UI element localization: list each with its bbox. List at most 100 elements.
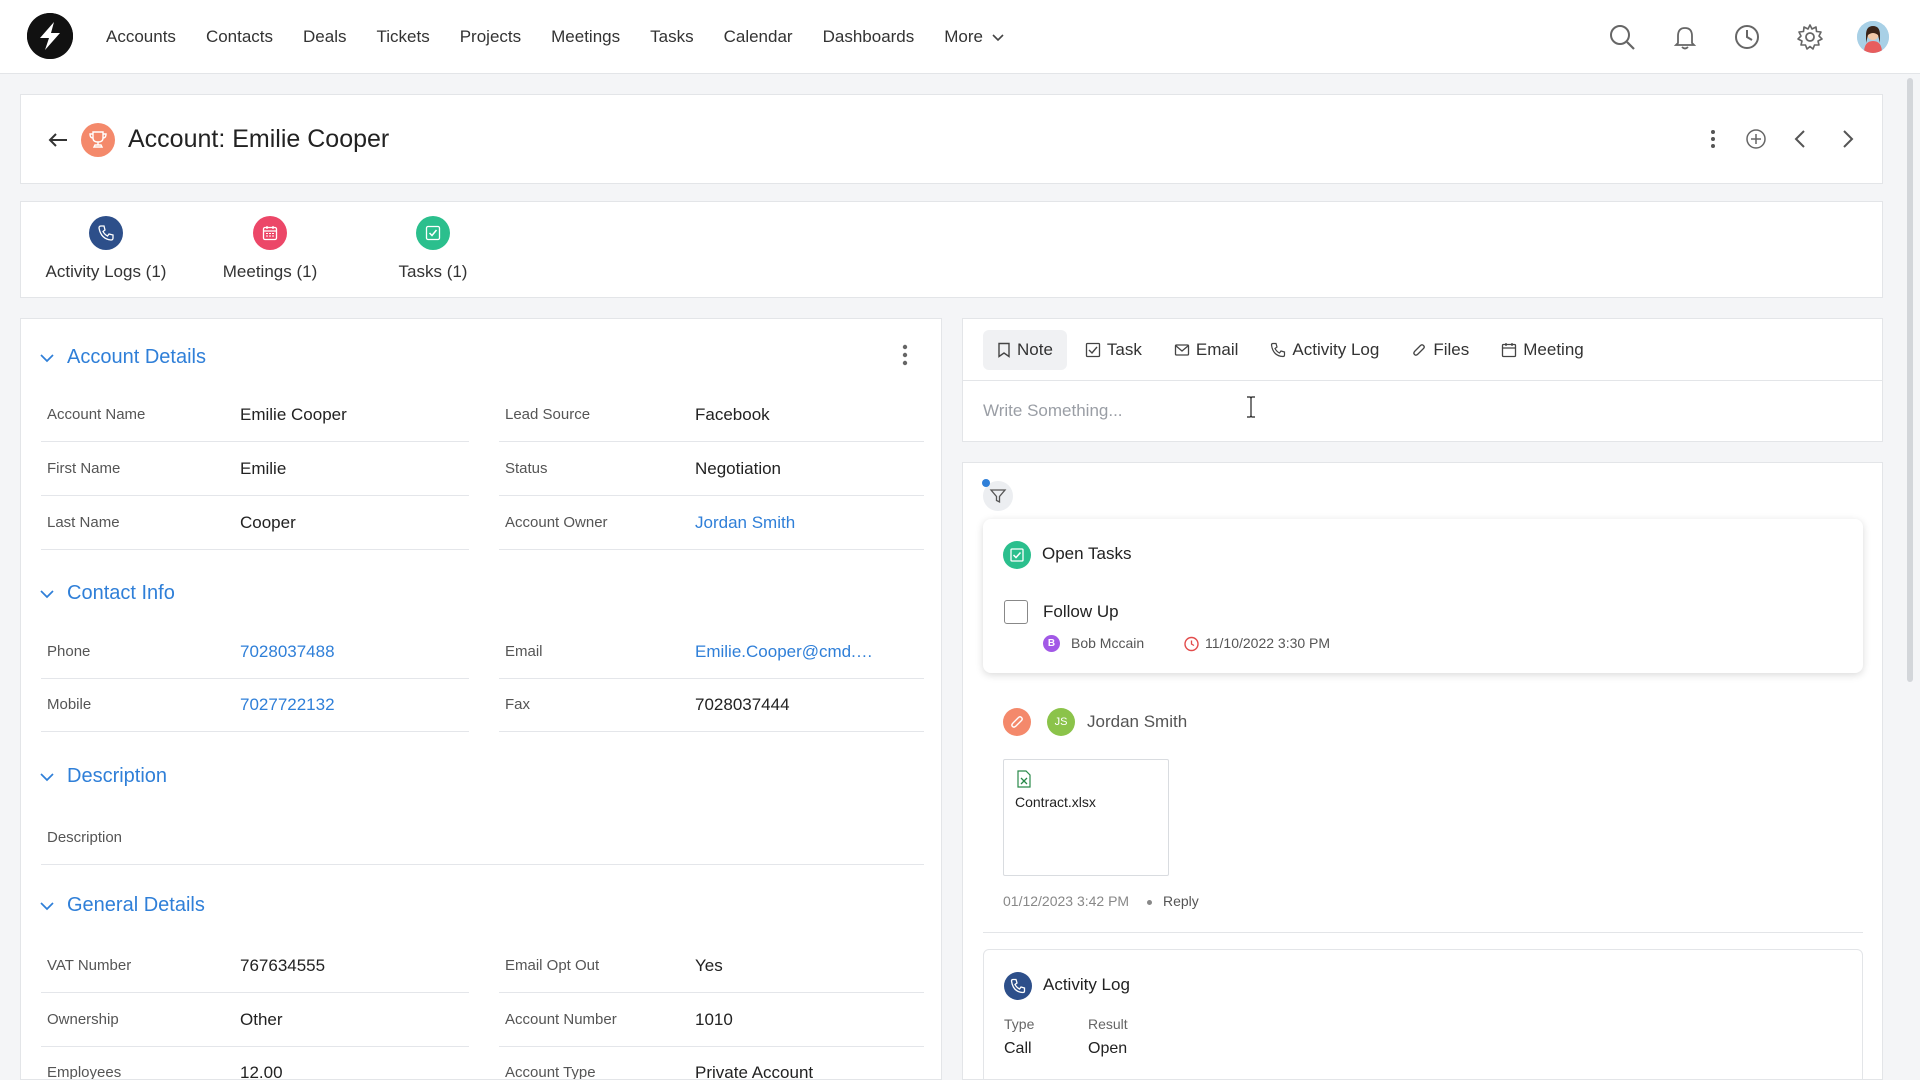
nav-deals[interactable]: Deals [303,27,346,47]
section-contact-info[interactable]: Contact Info [39,582,175,605]
tab-tasks[interactable]: Tasks (1) [388,216,478,282]
field-label: Fax [505,696,531,713]
tab-note[interactable]: Note [983,330,1067,370]
attachment-card[interactable]: Contract.xlsx [1003,759,1169,876]
activity-composer: Note Task Email Activity Log Files Meeti… [962,318,1883,442]
next-record-button[interactable] [1832,124,1862,154]
tab-activity-log-label: Activity Log [1292,340,1380,359]
tab-files[interactable]: Files [1397,330,1483,370]
section-general-details[interactable]: General Details [39,894,205,917]
tab-task[interactable]: Task [1071,330,1156,370]
task-complete-checkbox[interactable] [1004,600,1028,624]
field-value: Private Account [695,1063,814,1080]
app-logo[interactable] [27,13,73,59]
field-account-name: Account Name Emilie Cooper [41,388,469,442]
previous-record-button[interactable] [1786,124,1816,154]
tab-email[interactable]: Email [1160,330,1253,370]
author-avatar: JS [1047,708,1075,736]
phone-icon [1004,972,1032,1000]
field-fax: Fax 7028037444 [499,678,924,732]
excel-file-icon [1017,770,1031,788]
assignee-name: Bob Mccain [1071,635,1145,651]
field-label: Last Name [47,514,120,531]
section-kebab-icon[interactable] [900,343,910,367]
field-ownership: Ownership Other [41,993,469,1047]
open-tasks-title: Open Tasks [1042,544,1132,563]
open-tasks-card: Open Tasks Follow Up B Bob Mccain 11/10/… [983,519,1863,673]
plus-circle-icon [1746,129,1766,149]
nav-more[interactable]: More [944,27,1005,47]
nav-dashboards[interactable]: Dashboards [823,27,915,47]
chevron-down-icon [40,589,54,598]
chevron-down-icon [40,353,54,362]
section-description[interactable]: Description [39,765,167,788]
details-panel: Account Details Account Name Emilie Coop… [20,318,942,1080]
activity-log-title: Activity Log [1043,975,1130,994]
nav-accounts[interactable]: Accounts [106,27,176,47]
record-header: Account: Emilie Cooper [20,94,1883,184]
nav-contacts[interactable]: Contacts [206,27,273,47]
field-description: Description [41,811,924,865]
user-avatar[interactable] [1857,21,1889,53]
clock-icon[interactable] [1732,22,1762,52]
bell-icon[interactable] [1670,22,1700,52]
note-input[interactable] [983,393,1853,429]
filter-icon [989,489,1007,504]
nav-tickets[interactable]: Tickets [377,27,430,47]
email-link[interactable]: Emilie.Cooper@cmd.… [695,625,873,679]
paperclip-icon [1003,708,1031,736]
more-options-button[interactable] [1698,124,1728,154]
tab-meeting[interactable]: Meeting [1487,330,1597,370]
text-cursor-icon [1247,396,1255,418]
search-icon[interactable] [1607,22,1637,52]
logo-icon [27,13,73,59]
tab-activity-logs[interactable]: Activity Logs (1) [41,216,171,282]
field-last-name: Last Name Cooper [41,496,469,550]
phone-link[interactable]: 7028037488 [240,625,335,679]
nav-calendar[interactable]: Calendar [724,27,793,47]
task-name[interactable]: Follow Up [1043,602,1119,622]
mobile-link[interactable]: 7027722132 [240,678,335,732]
field-label: Lead Source [505,406,591,423]
field-label: Mobile [47,696,92,713]
field-value: Emilie [240,459,287,478]
field-account-number: Account Number 1010 [499,993,924,1047]
tab-meetings[interactable]: Meetings (1) [215,216,325,282]
tab-meetings-label: Meetings (1) [222,262,318,281]
trophy-icon [81,123,115,157]
checkbox-icon [1003,541,1031,569]
assignee-avatar: B [1043,635,1060,652]
bookmark-icon [998,342,1010,358]
field-account-type: Account Type Private Account [499,1046,924,1080]
field-label: Email Opt Out [505,957,600,974]
envelope-icon [1174,344,1190,356]
nav-projects[interactable]: Projects [460,27,521,47]
chevron-down-icon [40,901,54,910]
gear-icon[interactable] [1795,22,1825,52]
field-label: Email [505,643,543,660]
reply-link[interactable]: Reply [1163,893,1199,909]
field-value: 1010 [695,1010,733,1029]
post-author[interactable]: Jordan Smith [1087,712,1187,732]
back-arrow-icon[interactable] [43,125,73,155]
field-label: Account Number [505,1011,617,1028]
nav-tasks[interactable]: Tasks [650,27,693,47]
field-label: Status [505,460,548,477]
section-title: Description [67,765,168,787]
nav-meetings[interactable]: Meetings [551,27,620,47]
tab-tasks-label: Tasks (1) [398,262,468,281]
activity-type-label: Type [1004,1016,1035,1032]
field-email: Email Emilie.Cooper@cmd.… [499,625,924,679]
tab-note-label: Note [1017,340,1053,359]
account-owner-link[interactable]: Jordan Smith [695,496,795,550]
add-button[interactable] [1741,124,1771,154]
section-account-details[interactable]: Account Details [39,346,206,369]
page-title: Account: Emilie Cooper [128,125,390,153]
field-label: VAT Number [47,957,132,974]
tab-activity-log[interactable]: Activity Log [1256,330,1393,370]
field-email-opt-out: Email Opt Out Yes [499,939,924,993]
page-scrollbar[interactable] [1907,78,1913,682]
field-status: Status Negotiation [499,442,924,496]
field-value: Emilie Cooper [240,405,347,424]
calendar-icon [1502,343,1517,358]
